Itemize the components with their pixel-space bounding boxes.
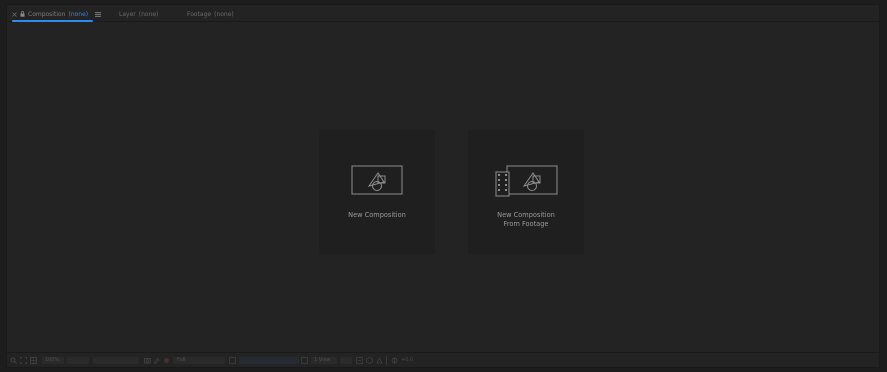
exposure-value[interactable]: +0.0 — [401, 356, 413, 364]
region-of-interest-icon[interactable] — [20, 356, 27, 364]
resolution-dropdown[interactable] — [67, 357, 89, 364]
show-snapshot-icon[interactable] — [153, 356, 160, 364]
camera-select-icon[interactable] — [301, 356, 308, 364]
film-strip-icon — [493, 164, 559, 197]
tab-layer-label: Layer — [119, 10, 136, 18]
tab-footage-label: Footage — [187, 10, 212, 18]
magnification-dropdown[interactable]: 100% — [42, 357, 64, 364]
toggle-pixel-aspect[interactable] — [340, 357, 352, 364]
flowchart-icon[interactable] — [376, 356, 383, 364]
composition-shapes-icon — [349, 164, 405, 196]
view-layout-dropdown[interactable]: 1 View — [311, 357, 337, 364]
tab-composition-state: (none) — [68, 10, 89, 18]
draft-3d-icon[interactable] — [366, 356, 373, 364]
tab-layer[interactable]: Layer (none) — [119, 8, 158, 20]
toolbar-divider — [386, 356, 387, 365]
fast-previews-icon[interactable] — [229, 356, 236, 364]
resolution-value: Full — [177, 357, 186, 363]
from-footage-label-line1: New Composition — [497, 211, 555, 219]
grid-icon[interactable] — [30, 356, 37, 364]
resolution-select[interactable]: Full — [173, 357, 225, 364]
new-composition-button[interactable]: New Composition — [319, 130, 435, 254]
tab-composition-label: Composition — [28, 10, 66, 18]
from-footage-label-line2: From Footage — [503, 220, 549, 228]
viewer-bottom-toolbar: 100% Full 1 View +0.0 — [7, 352, 879, 367]
new-composition-label: New Composition — [348, 211, 406, 219]
tab-footage-state: (none) — [214, 10, 234, 18]
tab-footage[interactable]: Footage (none) — [187, 8, 234, 20]
magnification-value: 100% — [45, 357, 60, 363]
tab-composition[interactable]: Composition (none) — [12, 8, 102, 22]
timecode-field[interactable] — [93, 357, 139, 364]
close-icon[interactable] — [12, 11, 17, 17]
composition-panel: Composition (none) Layer (none) Footage … — [6, 4, 880, 368]
tab-layer-state: (none) — [138, 10, 159, 18]
magnifier-icon[interactable] — [10, 356, 17, 364]
lock-icon[interactable] — [20, 11, 25, 17]
panel-tab-bar: Composition (none) Layer (none) Footage … — [7, 5, 879, 22]
motion-blur-icon[interactable] — [356, 356, 363, 364]
snapshot-icon[interactable] — [144, 356, 151, 364]
composition-viewer: New Composition New Composition From Foo… — [7, 22, 879, 352]
reset-exposure-icon[interactable] — [391, 356, 398, 364]
new-composition-from-footage-label: New Composition From Footage — [468, 211, 584, 229]
view-layout-value: 1 View — [314, 357, 331, 363]
panel-menu-icon[interactable] — [95, 11, 102, 17]
color-channel-icon[interactable] — [163, 356, 170, 364]
new-composition-from-footage-button[interactable]: New Composition From Footage — [468, 130, 584, 254]
transparency-grid-toggle[interactable] — [239, 357, 299, 364]
